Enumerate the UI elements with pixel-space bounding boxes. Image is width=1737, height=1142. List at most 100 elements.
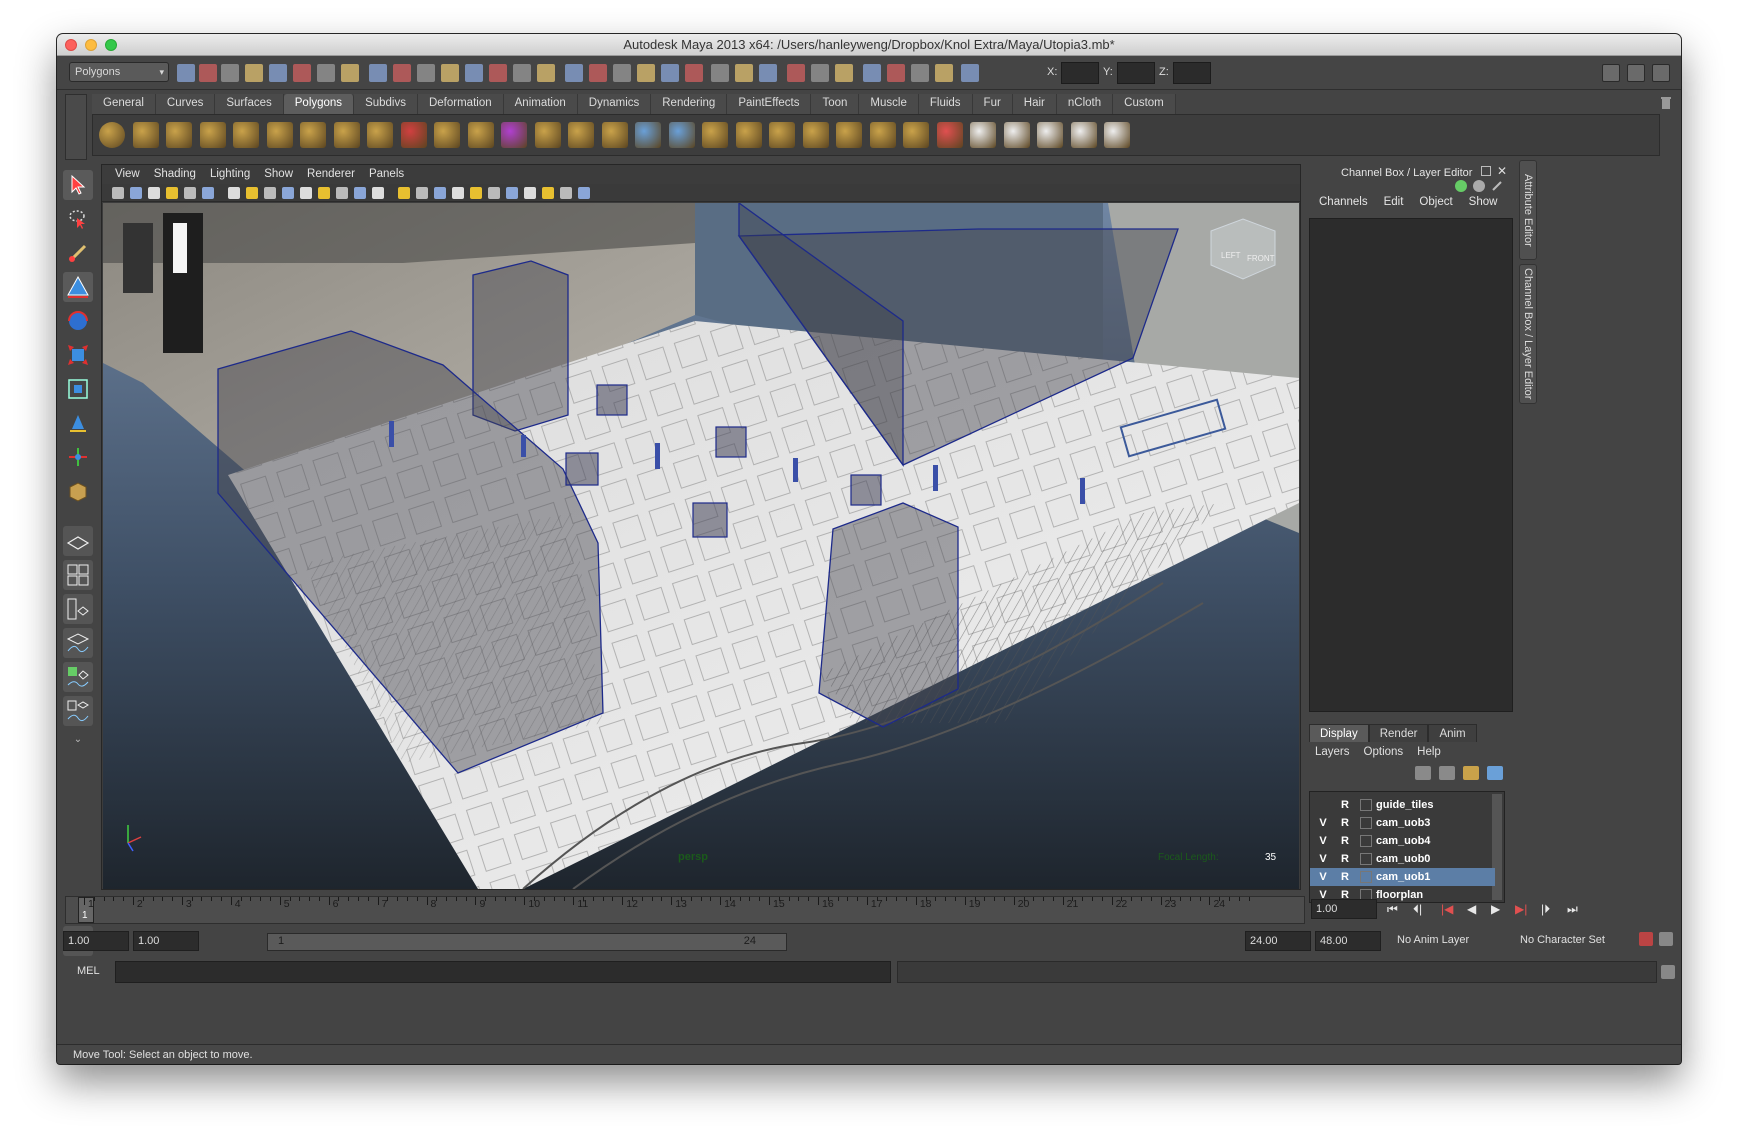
go-to-start-icon[interactable]: ⏮ — [1387, 902, 1398, 917]
status-tool-14-icon[interactable] — [489, 64, 507, 82]
layer-color-swatch[interactable] — [1360, 799, 1372, 811]
layer-row[interactable]: V Rcam_uob0 — [1310, 850, 1495, 868]
current-time-field[interactable]: 1.00 — [1311, 899, 1377, 919]
layer-color-swatch[interactable] — [1360, 817, 1372, 829]
viewport-tool-1-icon[interactable] — [112, 187, 124, 199]
status-tool-8-icon[interactable] — [341, 64, 359, 82]
viewport-tool-15-icon[interactable] — [372, 187, 384, 199]
pyramid-icon[interactable] — [300, 122, 326, 148]
shelf-tab-fur[interactable]: Fur — [972, 94, 1013, 114]
soft-modification-tool-button[interactable] — [63, 408, 93, 438]
float-panel-icon[interactable] — [1481, 166, 1491, 176]
viewport-tool-17-icon[interactable] — [416, 187, 428, 199]
paint-select-tool-button[interactable] — [63, 238, 93, 268]
uv-checker-3-icon[interactable] — [1037, 122, 1063, 148]
viewport-tool-6-icon[interactable] — [202, 187, 214, 199]
status-tool-10-icon[interactable] — [393, 64, 411, 82]
move-layer-up-icon[interactable] — [1415, 766, 1431, 780]
shelf-tab-animation[interactable]: Animation — [503, 94, 578, 114]
range-end-field[interactable]: 24.00 — [1245, 931, 1311, 951]
highlight-icon[interactable] — [1455, 180, 1467, 192]
viewport-tool-16-icon[interactable] — [398, 187, 410, 199]
cube-select-icon[interactable] — [501, 122, 527, 148]
status-tool-22-icon[interactable] — [685, 64, 703, 82]
channel-box-layer-editor-tab[interactable]: Channel Box / Layer Editor — [1519, 264, 1537, 404]
uv-checker-1-icon[interactable] — [970, 122, 996, 148]
status-tool-13-icon[interactable] — [465, 64, 483, 82]
rotate-tool-button[interactable] — [63, 306, 93, 336]
status-tool-23-icon[interactable] — [711, 64, 729, 82]
select-tool-button[interactable] — [63, 170, 93, 200]
status-tool-31-icon[interactable] — [911, 64, 929, 82]
layer-row[interactable]: Rguide_tiles — [1310, 796, 1495, 814]
status-tool-1-icon[interactable] — [177, 64, 195, 82]
viewport-tool-26-icon[interactable] — [578, 187, 590, 199]
new-layer-icon[interactable] — [1463, 766, 1479, 780]
status-tool-32-icon[interactable] — [935, 64, 953, 82]
status-tool-28-icon[interactable] — [835, 64, 853, 82]
layer-row[interactable]: V Rcam_uob1 — [1310, 868, 1495, 886]
auto-key-icon[interactable] — [1639, 932, 1653, 946]
plane-icon[interactable] — [233, 122, 259, 148]
animation-preferences-icon[interactable] — [1659, 932, 1673, 946]
viewport-tool-21-icon[interactable] — [488, 187, 500, 199]
channel-box-toggle-icon[interactable] — [1652, 64, 1670, 82]
status-tool-9-icon[interactable] — [369, 64, 387, 82]
channel-box-area[interactable] — [1309, 218, 1513, 712]
step-back-key-icon[interactable]: |◀ — [1441, 902, 1453, 916]
sphere-icon[interactable] — [99, 122, 125, 148]
layer-color-swatch[interactable] — [1360, 871, 1372, 883]
status-tool-25-icon[interactable] — [759, 64, 777, 82]
persp-outliner-view-button[interactable] — [63, 594, 93, 624]
cylinder-icon[interactable] — [166, 122, 192, 148]
viewport-menu-panels[interactable]: Panels — [362, 165, 411, 184]
status-tool-6-icon[interactable] — [293, 64, 311, 82]
uv-checker-4-icon[interactable] — [1070, 122, 1097, 148]
status-tool-20-icon[interactable] — [637, 64, 655, 82]
time-slider[interactable]: 1 1 2 3 4 5 6 7 8 9 10 11 12 13 14 15 16 17 18 19 20 21 22 23 2… — [65, 896, 1305, 924]
layer-menu-help[interactable]: Help — [1417, 746, 1449, 758]
status-tool-4-icon[interactable] — [245, 64, 263, 82]
viewport-menu-view[interactable]: View — [108, 165, 147, 184]
bevel-icon[interactable] — [568, 122, 594, 148]
z-input[interactable] — [1173, 62, 1211, 84]
last-tool-button[interactable] — [63, 476, 93, 506]
status-tool-5-icon[interactable] — [269, 64, 287, 82]
layer-display-type-toggle[interactable]: R — [1338, 868, 1352, 886]
status-tool-26-icon[interactable] — [787, 64, 805, 82]
status-tool-18-icon[interactable] — [589, 64, 607, 82]
layer-color-swatch[interactable] — [1360, 853, 1372, 865]
attribute-editor-tab[interactable]: Attribute Editor — [1519, 160, 1537, 260]
layer-visibility-toggle[interactable]: V — [1316, 814, 1330, 832]
viewport-tool-2-icon[interactable] — [130, 187, 142, 199]
more-layouts-button[interactable]: ⌄ — [63, 730, 93, 748]
sculpt-icon[interactable] — [936, 122, 963, 148]
append-icon[interactable] — [668, 122, 695, 148]
viewport-tool-7-icon[interactable] — [228, 187, 240, 199]
viewport-menu-renderer[interactable]: Renderer — [300, 165, 362, 184]
minimize-button[interactable] — [85, 39, 97, 51]
viewport-tool-22-icon[interactable] — [506, 187, 518, 199]
lasso-tool-button[interactable] — [63, 204, 93, 234]
range-slider[interactable]: 1 24 — [267, 933, 787, 951]
layer-visibility-toggle[interactable]: V — [1316, 832, 1330, 850]
shelf-tab-hair[interactable]: Hair — [1012, 94, 1057, 114]
bridge-icon[interactable] — [635, 122, 661, 148]
viewport-menu-lighting[interactable]: Lighting — [203, 165, 257, 184]
pin-icon[interactable] — [1491, 180, 1503, 192]
status-tool-12-icon[interactable] — [441, 64, 459, 82]
uv-checker-2-icon[interactable] — [1003, 122, 1030, 148]
status-tool-2-icon[interactable] — [199, 64, 217, 82]
shelf-menu-handle[interactable] — [65, 94, 87, 160]
viewport-tool-24-icon[interactable] — [542, 187, 554, 199]
cube-icon[interactable] — [132, 122, 159, 148]
status-tool-21-icon[interactable] — [661, 64, 679, 82]
move-tool-button[interactable] — [63, 272, 93, 302]
extract-icon[interactable] — [467, 122, 494, 148]
shelf-tab-fluids[interactable]: Fluids — [918, 94, 973, 114]
universal-manipulator-button[interactable] — [63, 374, 93, 404]
shelf-tab-rendering[interactable]: Rendering — [651, 94, 728, 114]
command-line-language-label[interactable]: MEL — [77, 965, 100, 977]
layer-visibility-toggle[interactable]: V — [1316, 850, 1330, 868]
viewport-tool-18-icon[interactable] — [434, 187, 446, 199]
